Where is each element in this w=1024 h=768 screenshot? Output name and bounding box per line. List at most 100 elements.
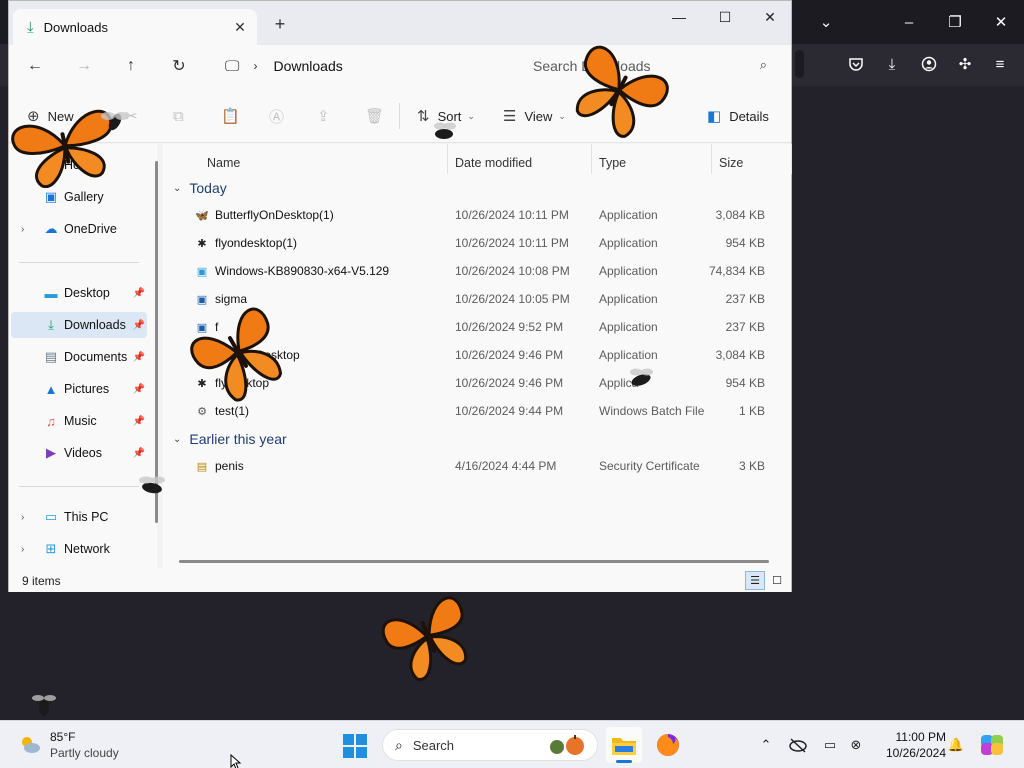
sidebar-item-documents[interactable]: ▤ Documents 📌 [11, 344, 147, 370]
sidebar-item-home[interactable]: ⌂ Home [11, 152, 147, 178]
close-button[interactable]: ✕ [747, 1, 793, 33]
list-item[interactable]: ✱ flyo sktop 10/26/2024 9:46 PM Applica … [183, 369, 791, 397]
forward-arrow-icon[interactable]: → [70, 52, 98, 80]
sidebar-item-this-pc[interactable]: › ▭ This PC [11, 504, 147, 530]
file-type: Application [599, 348, 658, 362]
details-pane-icon: ◧ [707, 108, 722, 125]
volume-muted-icon[interactable]: ⊗ [846, 735, 866, 755]
column-divider[interactable] [591, 144, 592, 174]
pin-icon[interactable]: 📌 [133, 416, 145, 427]
pin-icon[interactable]: 📌 [133, 320, 145, 331]
taskbar-search[interactable]: ⌕ Search [382, 729, 598, 761]
list-item[interactable]: ▣ f 10/26/2024 9:52 PM Application 237 K… [183, 313, 791, 341]
file-date: 4/16/2024 4:44 PM [455, 459, 557, 473]
delete-icon[interactable]: 🗑 [365, 105, 392, 127]
firefox-taskbar-icon[interactable] [650, 727, 686, 763]
chevron-right-icon[interactable]: › [21, 224, 24, 235]
sidebar-item-desktop[interactable]: ▬ Desktop 📌 [11, 280, 147, 306]
sidebar-scrollbar[interactable] [155, 161, 158, 523]
windows-start-icon[interactable] [340, 731, 370, 761]
pin-icon[interactable]: 📌 [133, 448, 145, 459]
clock[interactable]: 11:00 PM 10/26/2024 [868, 729, 946, 761]
pin-icon[interactable]: 📌 [133, 352, 145, 363]
column-divider[interactable] [711, 144, 712, 174]
sidebar-item-downloads[interactable]: ⤓ Downloads 📌 [11, 312, 147, 338]
new-button[interactable]: ⊕ New ⌄ [27, 105, 87, 127]
tab-downloads[interactable]: ⤓ Downloads ✕ [13, 9, 257, 45]
list-item[interactable]: ▣ Windows-KB890830-x64-V5.129 10/26/2024… [183, 257, 791, 285]
copilot-icon[interactable] [980, 733, 1006, 757]
up-arrow-icon[interactable]: ↑ [117, 52, 145, 80]
new-tab-button[interactable]: + [269, 13, 291, 35]
menu-icon[interactable]: ≡ [985, 49, 1015, 79]
file-name: Windows-KB890830-x64-V5.129 [215, 264, 390, 278]
group-header-earlier[interactable]: ⌄ Earlier this year [173, 428, 287, 450]
sort-button[interactable]: ⇅ Sort ⌄ [417, 105, 475, 127]
sidebar-item-network[interactable]: › ⊞ Network [11, 536, 147, 562]
cut-icon[interactable]: ✂ [125, 105, 146, 127]
chevron-right-icon[interactable]: › [21, 544, 24, 555]
list-item[interactable]: ✱ flyondesktop(1) 10/26/2024 10:11 PM Ap… [183, 229, 791, 257]
view-button[interactable]: ☰ View ⌄ [503, 105, 566, 127]
pin-icon[interactable]: 📌 [133, 384, 145, 395]
column-divider[interactable] [791, 144, 792, 174]
account-icon[interactable] [914, 49, 944, 79]
navigation-pane: ⌂ Home ▣ Gallery › ☁ OneDrive ▬ Desktop … [9, 144, 157, 568]
address-bar[interactable]: 🖵 › Downloads [215, 51, 511, 81]
horizontal-scrollbar[interactable] [179, 560, 769, 563]
close-icon[interactable]: ✕ [986, 7, 1016, 37]
partly-cloudy-icon [22, 737, 40, 753]
sidebar-item-onedrive[interactable]: › ☁ OneDrive [11, 216, 147, 242]
sidebar-item-videos[interactable]: ▶ Videos 📌 [11, 440, 147, 466]
firefox-urlbar-edge[interactable] [795, 50, 804, 78]
minimize-icon[interactable]: – [894, 7, 924, 37]
group-header-today[interactable]: ⌄ Today [173, 177, 227, 199]
chevron-right-icon[interactable]: › [253, 59, 257, 73]
music-icon: ♫ [46, 413, 56, 429]
file-explorer-taskbar-icon[interactable] [606, 727, 642, 763]
close-tab-icon[interactable]: ✕ [229, 16, 251, 38]
file-size: 237 KB [725, 320, 765, 334]
display-icon[interactable]: ▭ [820, 735, 840, 755]
restore-icon[interactable]: ❐ [940, 7, 970, 37]
tiles-view-icon[interactable]: ☐ [767, 571, 787, 590]
sidebar-item-music[interactable]: ♫ Music 📌 [11, 408, 147, 434]
butterfly-icon: 🦋 [195, 349, 209, 362]
copy-icon[interactable]: ⧉ [173, 105, 192, 127]
network-off-icon[interactable] [788, 735, 808, 755]
back-arrow-icon[interactable]: ← [21, 52, 49, 80]
chevron-down-icon[interactable]: ⌄ [811, 7, 841, 37]
list-item[interactable]: ▤ penis 4/16/2024 4:44 PM Security Certi… [183, 452, 791, 480]
list-item[interactable]: 🦋 lyOnDesktop 10/26/2024 9:46 PM Applica… [183, 341, 791, 369]
view-label: View [524, 108, 553, 124]
column-divider[interactable] [447, 144, 448, 174]
list-item[interactable]: 🦋 ButterflyOnDesktop(1) 10/26/2024 10:11… [183, 201, 791, 229]
share-icon[interactable]: ⇪ [317, 105, 338, 127]
column-header-size[interactable]: Size [719, 150, 743, 176]
list-item[interactable]: ⚙ test(1) 10/26/2024 9:44 PM Windows Bat… [183, 397, 791, 425]
details-button[interactable]: ◧ Details [707, 105, 769, 127]
pin-icon[interactable]: 📌 [133, 288, 145, 299]
chevron-right-icon[interactable]: › [21, 512, 24, 523]
list-item[interactable]: ▣ sigma 10/26/2024 10:05 PM Application … [183, 285, 791, 313]
search-input[interactable]: Search Downloads ⌕ [521, 51, 777, 81]
column-header-name[interactable]: Name [207, 150, 240, 176]
clock-date: 10/26/2024 [885, 746, 946, 760]
column-header-type[interactable]: Type [599, 150, 626, 176]
chevron-down-icon: ⌄ [467, 110, 475, 121]
chevron-up-icon[interactable]: ⌃ [756, 735, 776, 755]
sidebar-item-pictures[interactable]: ▲ Pictures 📌 [11, 376, 147, 402]
column-header-date[interactable]: Date modified [455, 150, 532, 176]
extensions-icon[interactable]: ✣ [950, 49, 980, 79]
refresh-icon[interactable]: ↻ [165, 52, 193, 80]
rename-icon[interactable]: Ⓐ [269, 105, 292, 127]
notification-bell-icon[interactable]: 🔔 [946, 735, 966, 755]
download-icon[interactable]: ⤓ [877, 49, 907, 79]
sidebar-item-gallery[interactable]: ▣ Gallery [11, 184, 147, 210]
minimize-button[interactable]: — [656, 1, 702, 33]
maximize-button[interactable]: ☐ [702, 1, 748, 33]
details-view-icon[interactable]: ☰ [745, 571, 765, 590]
pocket-icon[interactable] [841, 49, 871, 79]
active-indicator [616, 760, 632, 763]
paste-icon[interactable]: 📋 [221, 105, 248, 127]
